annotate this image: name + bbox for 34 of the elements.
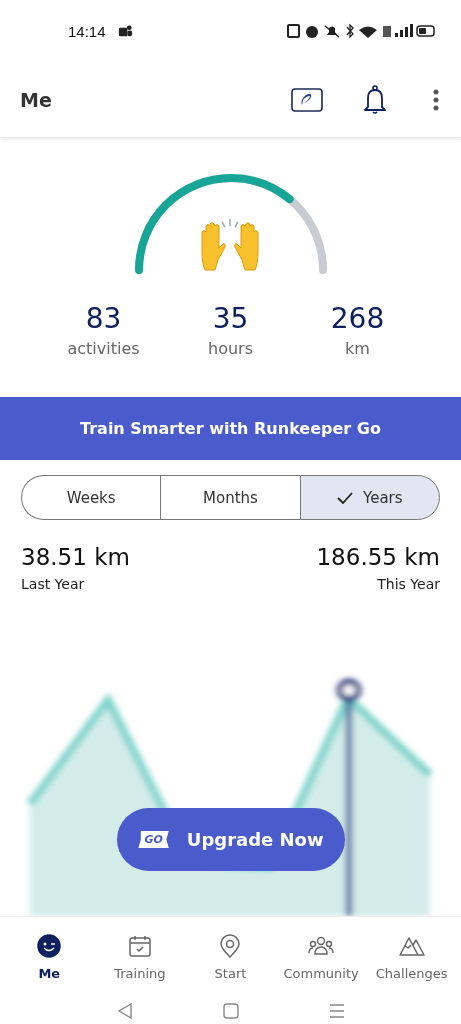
back-icon[interactable] [116,1001,133,1020]
shoe-logo-icon[interactable] [291,87,323,112]
stat-label: hours [208,339,253,358]
status-time: 14:14 [68,22,106,40]
more-options-icon[interactable] [433,88,439,111]
location-pin-icon [218,933,243,958]
raised-hands-icon [198,218,262,272]
period-tab[interactable]: Months [160,475,300,520]
nav-tab[interactable]: Me [4,917,95,997]
app-notification-icon [117,23,133,39]
stat-value: 35 [212,302,249,335]
distance-label: Last Year [21,576,85,592]
nav-tab[interactable]: Challenges [366,917,457,997]
nav-tab[interactable]: Start [185,917,276,997]
distance-value: 186.55 km [316,544,440,570]
check-icon [337,491,354,504]
upgrade-button[interactable]: GO Upgrade Now [117,808,345,871]
calendar-icon [127,933,152,958]
period-tab[interactable]: Weeks [21,475,161,520]
go-badge: GO [138,831,169,848]
nav-tab[interactable]: Community [275,917,367,997]
home-icon[interactable] [222,1002,239,1019]
stat-value: 83 [85,302,122,335]
distance-label: This Year [377,576,440,592]
promo-banner[interactable]: Train Smarter with Runkeeper Go [0,397,461,460]
period-tab[interactable]: Years [299,475,440,520]
stat-label: km [345,339,370,358]
distance-value: 38.51 km [21,544,130,570]
notification-bell-icon[interactable] [363,84,387,115]
nav-tab[interactable]: Training [94,917,186,997]
smiley-icon [37,933,62,958]
page-title: Me [20,88,52,111]
stat-value: 268 [330,302,385,335]
stat-label: activities [67,339,140,358]
